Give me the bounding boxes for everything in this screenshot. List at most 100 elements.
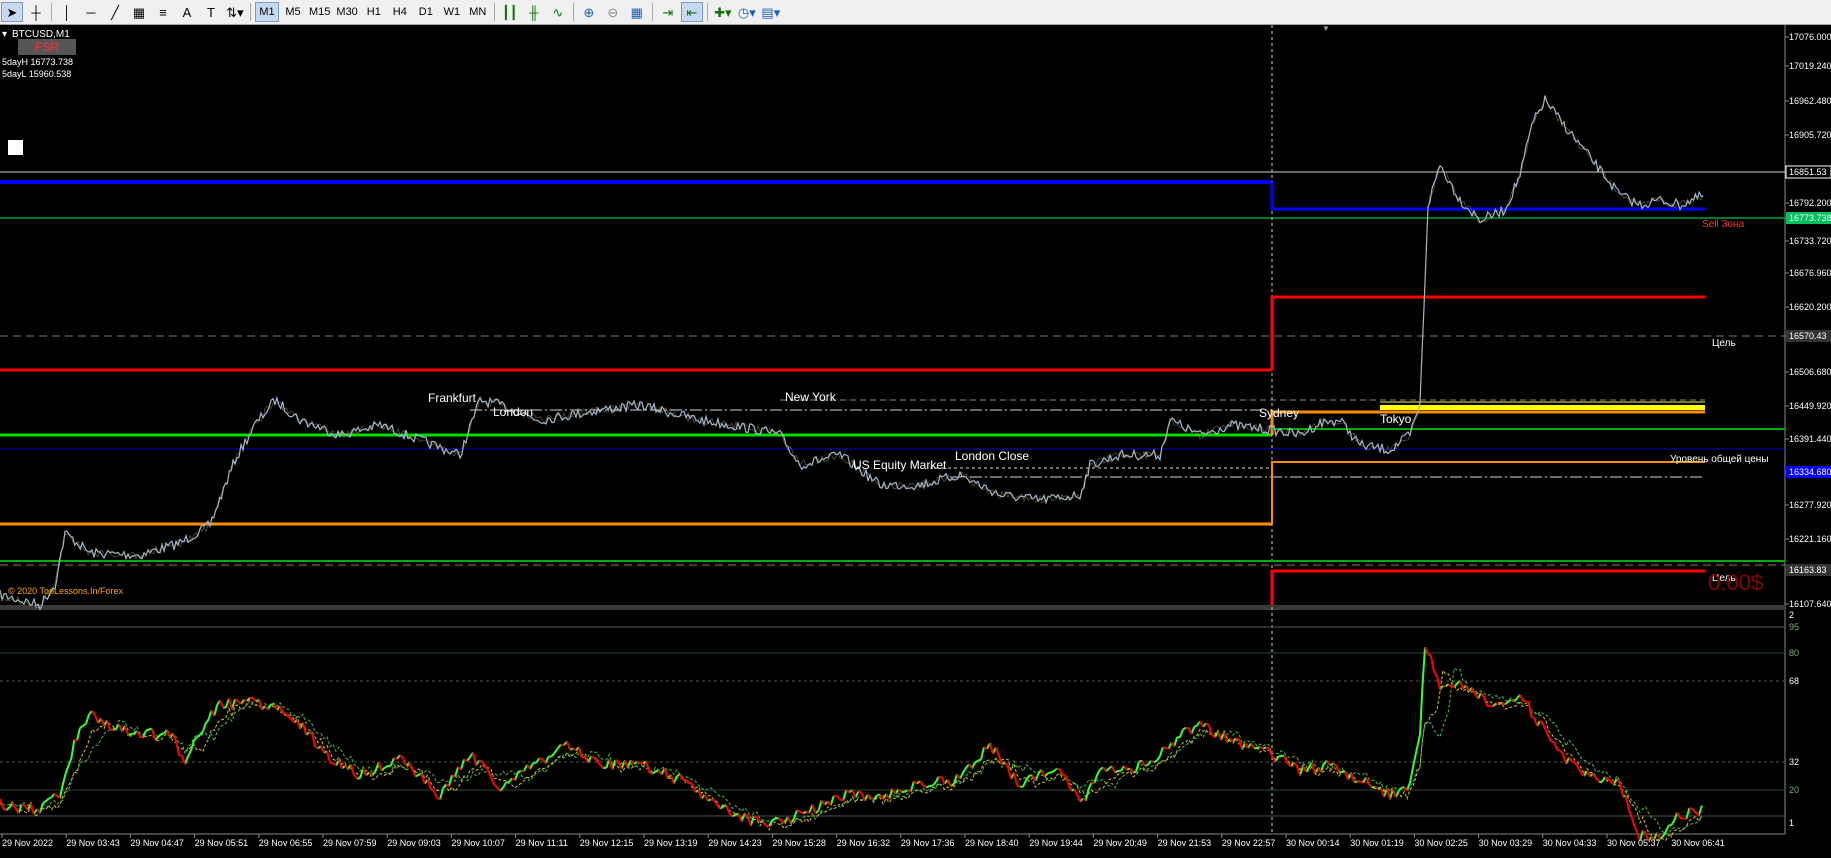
price-axis-label: 16773.738: [1789, 213, 1831, 223]
time-axis-label: 29 Nov 06:55: [259, 838, 313, 848]
price-axis-label: 16851.53: [1789, 167, 1827, 177]
time-axis-label: 29 Nov 20:49: [1093, 838, 1147, 848]
time-axis-label: 29 Nov 17:36: [901, 838, 955, 848]
price-axis-label: 16221.160: [1789, 534, 1831, 544]
timeframe-d1[interactable]: D1: [414, 2, 438, 22]
zoom-out-icon[interactable]: ⊖: [602, 2, 624, 22]
time-axis-label: 30 Nov 04:33: [1543, 838, 1597, 848]
trendline-icon[interactable]: ╱: [104, 2, 126, 22]
time-axis-label: 29 Nov 03:43: [66, 838, 120, 848]
indicator-axis-label: 32: [1789, 757, 1799, 767]
crosshair-icon[interactable]: ┼: [25, 2, 47, 22]
time-axis-label: 29 Nov 18:40: [965, 838, 1019, 848]
time-axis-label: 29 Nov 05:51: [195, 838, 249, 848]
panel-toggle-checkbox[interactable]: [8, 140, 23, 155]
time-axis-label: 29 Nov 2022: [2, 838, 53, 848]
templates-dropdown-icon[interactable]: ▤▾: [760, 2, 782, 22]
timeframe-m5[interactable]: M5: [281, 2, 305, 22]
time-axis-label: 29 Nov 22:57: [1222, 838, 1276, 848]
candlestick-icon[interactable]: ╫: [523, 2, 545, 22]
price-pane[interactable]: [0, 25, 1785, 605]
indicator-line-down: [0, 646, 1700, 842]
price-axis-label: 17019.240: [1789, 61, 1831, 71]
indicators-dropdown-icon[interactable]: ✚▾: [712, 2, 734, 22]
price-axis-label: 16391.440: [1789, 434, 1831, 444]
price-axis-label: 16107.640: [1789, 599, 1831, 609]
timeframe-w1[interactable]: W1: [440, 2, 464, 22]
indicator-axis-label: 80: [1789, 648, 1799, 658]
text-icon[interactable]: A: [176, 2, 198, 22]
timeframe-m15[interactable]: M15: [307, 2, 332, 22]
sell-zone-label: Sell Зона: [1702, 219, 1745, 230]
price-axis-label: 16506.680: [1789, 367, 1831, 377]
price-axis-label: 16163.83: [1789, 565, 1827, 575]
time-axis-label: 29 Nov 13:19: [644, 838, 698, 848]
zoom-in-icon[interactable]: ⊕: [578, 2, 600, 22]
tokyo-range-yellow[interactable]: [1380, 405, 1705, 410]
time-axis-label: 29 Nov 12:15: [580, 838, 634, 848]
indicator-pane[interactable]: [0, 626, 1785, 842]
arrows-dropdown-icon[interactable]: ⇅▾: [224, 2, 246, 22]
session-label-newyork: New York: [785, 390, 837, 404]
timeframe-h4[interactable]: H4: [388, 2, 412, 22]
horizontal-line-icon[interactable]: ─: [80, 2, 102, 22]
text-label-icon[interactable]: T: [200, 2, 222, 22]
price-axis-label: 16962.480: [1789, 96, 1831, 106]
indicator-axis-label: 2: [1789, 610, 1794, 620]
price-axis-label: 16620.200: [1789, 302, 1831, 312]
timeframe-h1[interactable]: H1: [362, 2, 386, 22]
time-axis[interactable]: 29 Nov 2022 29 Nov 03:43 29 Nov 04:47 29 No…: [1, 834, 1725, 848]
cursor-icon[interactable]: ➤: [1, 2, 23, 22]
price-axis-label: 16676.960: [1789, 268, 1831, 278]
symbol-title: BTCUSD,M1: [12, 29, 70, 40]
price-axis-label: 16334.680: [1789, 467, 1831, 477]
price-axis-label: 16570.43: [1789, 331, 1827, 341]
price-axis-label: 16792.200: [1789, 198, 1831, 208]
timeframe-mn[interactable]: MN: [466, 2, 490, 22]
time-axis-label: 29 Nov 19:44: [1029, 838, 1083, 848]
price-axis[interactable]: 17076.000 17019.240 16962.480 16905.720 1685…: [1785, 32, 1831, 609]
session-label-frankfurt: Frankfurt: [428, 391, 477, 405]
profit-label: 0.00$: [1708, 570, 1763, 595]
toolbar-separator: [572, 3, 574, 21]
chart-area[interactable]: ▾ BTCUSD,M1 FSR 5dayH 16773.738 5dayL 15…: [0, 24, 1831, 854]
timeframe-m30[interactable]: M30: [334, 2, 359, 22]
line-chart-icon[interactable]: ∿: [547, 2, 569, 22]
timeframe-m1[interactable]: M1: [255, 2, 279, 22]
chart-shift-icon[interactable]: ⇤: [680, 2, 703, 22]
general-price-label: Уровень общей цены: [1670, 453, 1769, 465]
toolbar-separator: [493, 3, 495, 21]
collapse-arrow-icon[interactable]: ▾: [2, 29, 7, 40]
five-day-high: 5dayH 16773.738: [2, 57, 73, 67]
time-axis-label: 30 Nov 02:25: [1414, 838, 1468, 848]
fsr-label: FSR: [35, 40, 59, 54]
time-axis-label: 29 Nov 11:11: [516, 838, 568, 848]
time-axis-label: 30 Nov 05:37: [1607, 838, 1661, 848]
target-top-label: Цель: [1712, 338, 1736, 349]
time-axis-label: 29 Nov 21:53: [1158, 838, 1212, 848]
vertical-line-icon[interactable]: │: [56, 2, 78, 22]
time-axis-label: 29 Nov 16:32: [837, 838, 891, 848]
time-axis-label: 30 Nov 00:14: [1286, 838, 1340, 848]
five-day-low: 5dayL 15960.538: [2, 69, 71, 79]
chart-toolbar: ➤ ┼ │ ─ ╱ ▦ ≡ A T ⇅▾ M1 M5 M15 M30 H1 H4…: [0, 0, 1831, 25]
fibonacci-icon[interactable]: ≡: [152, 2, 174, 22]
session-label-tokyo: Tokyo: [1380, 412, 1412, 426]
periods-dropdown-icon[interactable]: ◷▾: [736, 2, 758, 22]
chart-shift-marker-icon[interactable]: ▼: [1322, 24, 1330, 33]
time-axis-label: 29 Nov 15:28: [772, 838, 826, 848]
price-axis-label: 16733.720: [1789, 236, 1831, 246]
chart-canvas[interactable]: ▾ BTCUSD,M1 FSR 5dayH 16773.738 5dayL 15…: [0, 24, 1831, 854]
autoscroll-icon[interactable]: ⇥: [657, 2, 679, 22]
indicator-axis[interactable]: 2 95 80 68 32 20 1: [1789, 610, 1799, 828]
time-axis-label: 29 Nov 14:23: [708, 838, 762, 848]
toolbar-separator: [651, 3, 653, 21]
copyright-text: © 2020 TopLessons.In/Forex: [8, 586, 124, 596]
tile-windows-icon[interactable]: ▦: [626, 2, 648, 22]
bar-chart-icon[interactable]: ┃┃: [499, 2, 521, 22]
pane-separator[interactable]: [0, 605, 1785, 610]
price-axis-label: 16277.920: [1789, 500, 1831, 510]
channel-icon[interactable]: ▦: [128, 2, 150, 22]
time-axis-label: 29 Nov 04:47: [130, 838, 184, 848]
indicator-signal-yellow: [0, 669, 1703, 842]
